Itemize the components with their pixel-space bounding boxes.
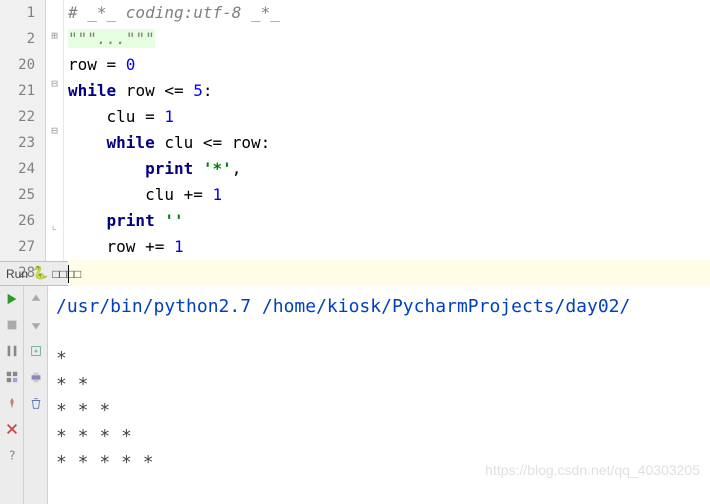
console-line: * * * * (56, 424, 710, 450)
code-line[interactable]: row += 1 (68, 234, 710, 260)
fold-marker[interactable]: ⊟ (46, 71, 63, 95)
python-icon: 🐍 (32, 266, 48, 281)
line-number-gutter: 12202122232425262728 (0, 0, 46, 261)
close-button[interactable] (0, 416, 24, 442)
line-number: 22 (0, 104, 35, 130)
line-number: 25 (0, 182, 35, 208)
line-number: 2 (0, 26, 35, 52)
console-panel: ? /usr/bin/python2.7 /home/kiosk/Pycharm… (0, 286, 710, 504)
console-line: * * (56, 372, 710, 398)
svg-text:?: ? (9, 448, 16, 462)
code-line[interactable]: print '*', (68, 156, 710, 182)
console-line: * (56, 346, 710, 372)
code-line[interactable]: row = 0 (68, 52, 710, 78)
console-command: /usr/bin/python2.7 /home/kiosk/PycharmPr… (56, 294, 710, 320)
print-button[interactable] (24, 364, 48, 390)
stop-button[interactable] (0, 312, 24, 338)
fold-marker (46, 190, 63, 214)
fold-marker (46, 166, 63, 190)
run-toolbar-left: ? (0, 286, 24, 504)
line-number: 26 (0, 208, 35, 234)
arrow-down-button[interactable] (24, 312, 48, 338)
line-number: 23 (0, 130, 35, 156)
arrow-up-button[interactable] (24, 286, 48, 312)
export-button[interactable] (24, 338, 48, 364)
console-line (56, 320, 710, 346)
code-line[interactable]: """...""" (68, 26, 710, 52)
fold-marker (46, 95, 63, 119)
code-area[interactable]: # _*_ coding:utf-8 _*_"""..."""row = 0wh… (64, 0, 710, 261)
fold-marker (46, 47, 63, 71)
run-toolbar-right (24, 286, 48, 504)
code-line[interactable]: while clu <= row: (68, 130, 710, 156)
fold-column[interactable]: ⊞ ⊟ ⊟ ⌞ (46, 0, 64, 261)
fold-marker (46, 237, 63, 261)
fold-marker (46, 142, 63, 166)
pause-button[interactable] (0, 338, 24, 364)
code-line[interactable] (68, 260, 710, 286)
code-line[interactable]: print '' (68, 208, 710, 234)
console-output[interactable]: /usr/bin/python2.7 /home/kiosk/PycharmPr… (48, 286, 710, 504)
help-button[interactable]: ? (0, 442, 24, 468)
pin-button[interactable] (0, 390, 24, 416)
console-line: * * * (56, 398, 710, 424)
script-name: □□□□ (52, 267, 81, 281)
line-number: 21 (0, 78, 35, 104)
line-number: 27 (0, 234, 35, 260)
run-button[interactable] (0, 286, 24, 312)
line-number: 20 (0, 52, 35, 78)
run-label: Run (6, 267, 28, 281)
code-line[interactable]: clu = 1 (68, 104, 710, 130)
line-number: 1 (0, 0, 35, 26)
code-line[interactable]: clu += 1 (68, 182, 710, 208)
fold-marker (46, 0, 63, 24)
code-line[interactable]: # _*_ coding:utf-8 _*_ (68, 0, 710, 26)
line-number: 24 (0, 156, 35, 182)
code-line[interactable]: while row <= 5: (68, 78, 710, 104)
fold-marker[interactable]: ⊞ (46, 24, 63, 48)
console-line (56, 476, 710, 502)
fold-marker[interactable]: ⌞ (46, 214, 63, 238)
code-editor[interactable]: 12202122232425262728 ⊞⊟⊟⌞ # _*_ coding:u… (0, 0, 710, 262)
trash-button[interactable] (24, 390, 48, 416)
layout-button[interactable] (0, 364, 24, 390)
console-line: * * * * * (56, 450, 710, 476)
fold-marker[interactable]: ⊟ (46, 119, 63, 143)
